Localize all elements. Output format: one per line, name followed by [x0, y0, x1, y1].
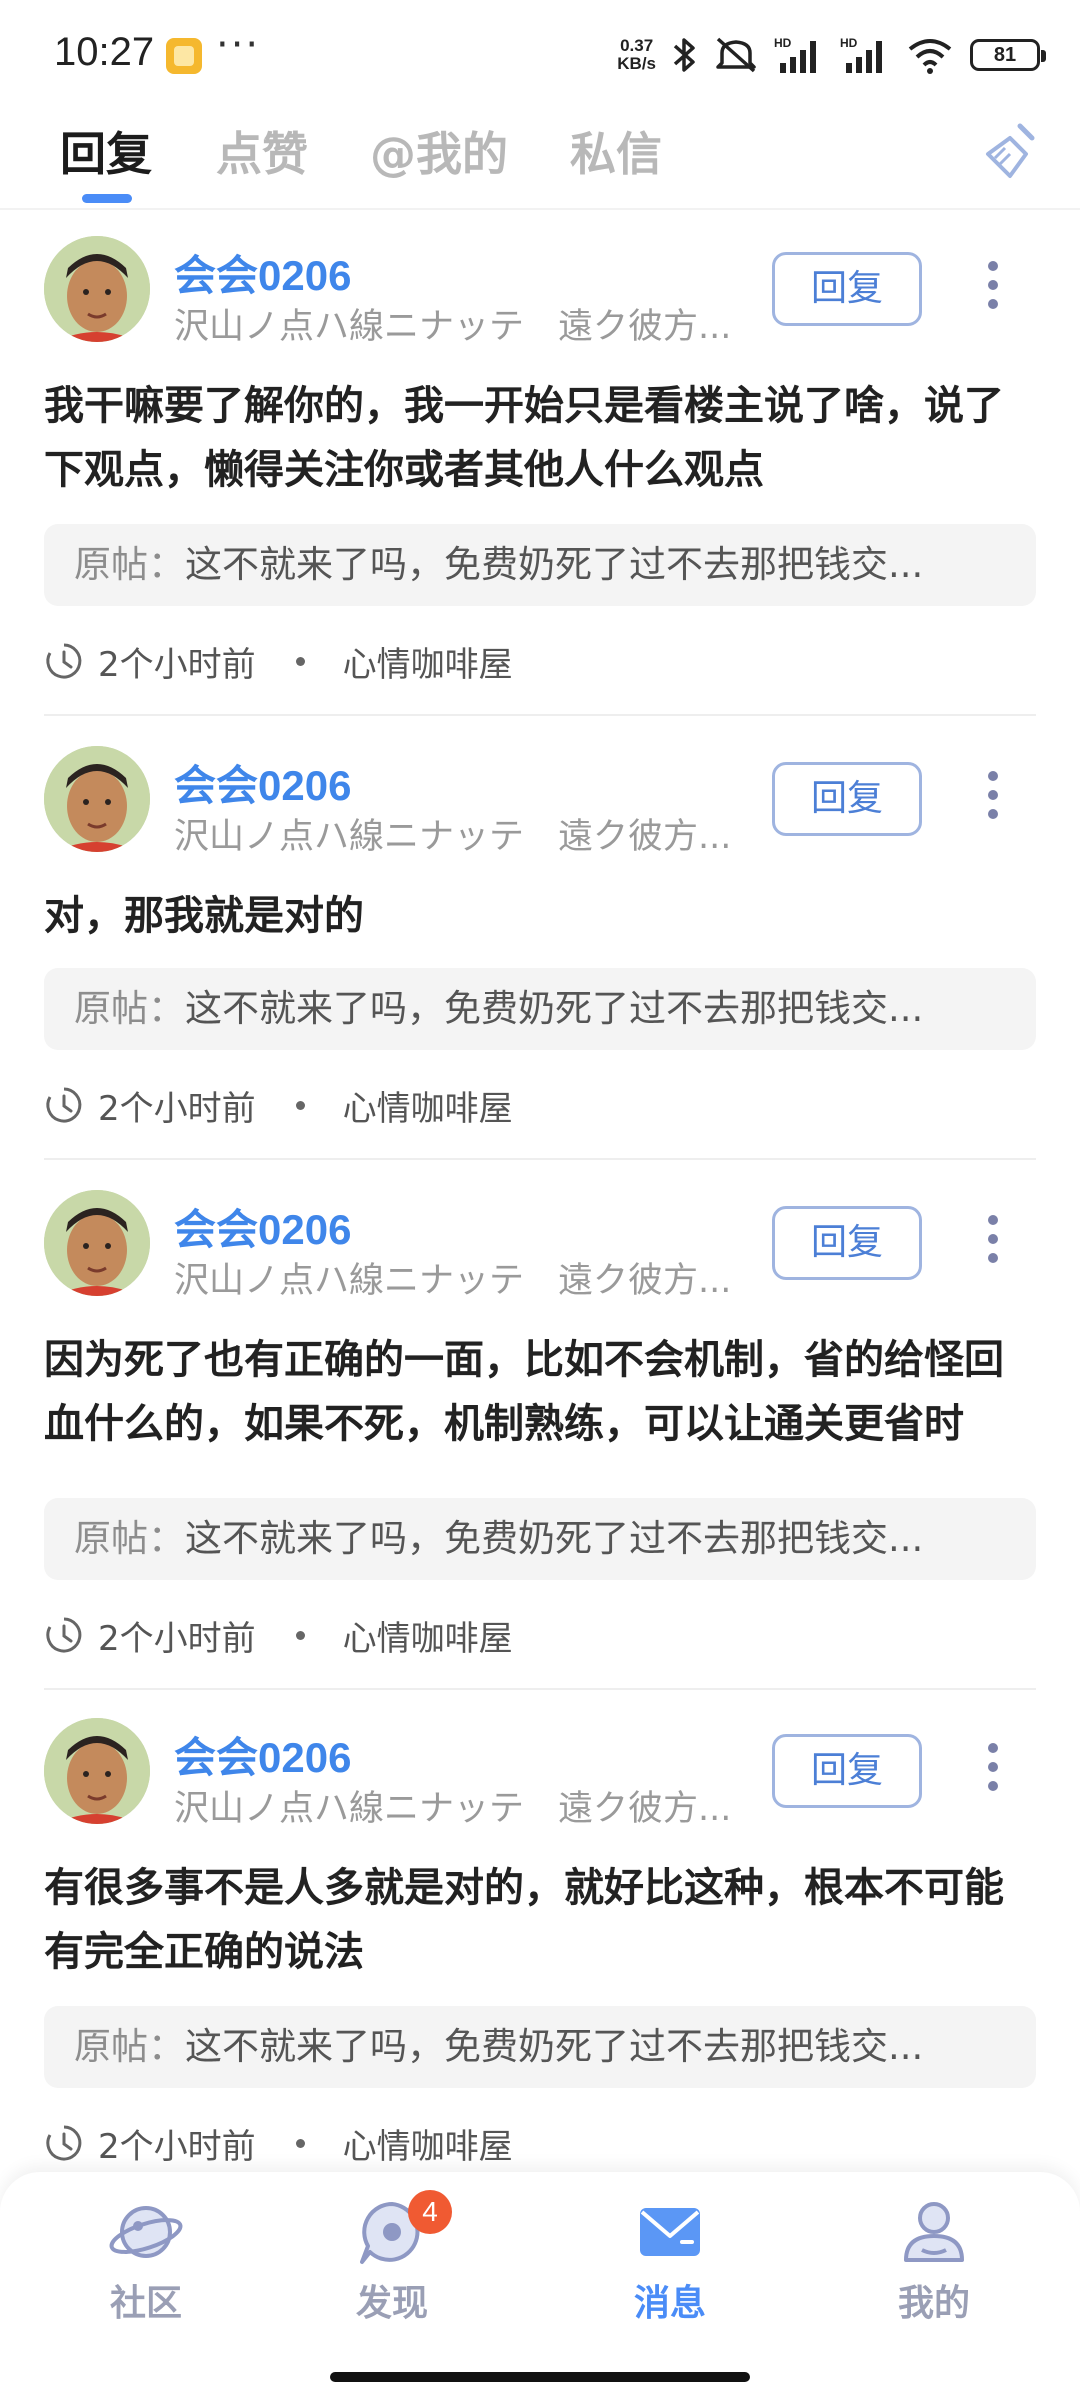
signal-hd-1-icon: HD	[774, 36, 816, 73]
divider	[44, 1158, 1036, 1160]
username[interactable]: 会会0206	[174, 242, 351, 303]
network-speed: 0.37 KB/s	[617, 36, 656, 73]
avatar[interactable]	[44, 1190, 150, 1296]
forum-name[interactable]: 心情咖啡屋	[343, 637, 513, 686]
reply-time: 2个小时前	[98, 1088, 256, 1129]
reply-button[interactable]: 回复	[772, 252, 922, 326]
original-post[interactable]: 原帖：这不就来了吗，免费奶死了过不去那把钱交...	[44, 1498, 1036, 1580]
discover-badge: 4	[408, 2190, 452, 2234]
mail-icon	[640, 2208, 700, 2256]
reply-feed[interactable]: 会会0206 沢山ノ点ハ線ニナッテ 遠ク彼方... 回复 我干嘛要了解你的，我一开…	[0, 212, 1080, 2172]
svg-text:HD: HD	[840, 36, 858, 50]
reply-content: 有很多事不是人多就是对的，就好比这种，根本不可能有完全正确的说法	[44, 1865, 1004, 1975]
planet-icon	[109, 2206, 183, 2258]
more-options-icon[interactable]	[978, 256, 1008, 316]
active-tab-indicator	[82, 194, 132, 203]
reply-time: 2个小时前	[98, 1618, 256, 1659]
tab-replies[interactable]: 回复	[60, 118, 152, 184]
svg-text:HD: HD	[774, 36, 792, 50]
forum-name[interactable]: 心情咖啡屋	[343, 2119, 513, 2168]
nav-messages[interactable]: 消息	[590, 2196, 750, 2326]
clear-broom-icon[interactable]	[980, 120, 1044, 184]
reply-meta: 2个小时前 心情咖啡屋	[44, 1610, 513, 1660]
original-post[interactable]: 原帖：这不就来了吗，免费奶死了过不去那把钱交...	[44, 524, 1036, 606]
more-options-icon[interactable]	[978, 1738, 1008, 1798]
forum-name[interactable]: 心情咖啡屋	[343, 1611, 513, 1660]
user-signature: 沢山ノ点ハ線ニナッテ 遠ク彼方...	[174, 1261, 732, 1301]
clock-icon	[46, 2125, 82, 2161]
user-signature: 沢山ノ点ハ線ニナッテ 遠ク彼方...	[174, 817, 732, 857]
user-signature: 沢山ノ点ハ線ニナッテ 遠ク彼方...	[174, 307, 732, 347]
reply-time: 2个小时前	[98, 644, 256, 685]
mute-icon	[716, 37, 756, 73]
clock-icon	[46, 643, 82, 679]
username[interactable]: 会会0206	[174, 1196, 351, 1257]
nav-community[interactable]: 社区	[66, 2196, 226, 2326]
avatar[interactable]	[44, 236, 150, 342]
tab-likes[interactable]: 点赞	[216, 118, 308, 184]
clock-icon	[46, 1617, 82, 1653]
divider	[44, 714, 1036, 716]
status-bar: 10:27 ··· 0.37 KB/s HD HD 81	[0, 0, 1080, 110]
nav-profile[interactable]: 我的	[854, 2196, 1014, 2326]
tab-mentions[interactable]: @我的	[370, 118, 508, 184]
signal-hd-2-icon: HD	[840, 36, 882, 73]
reply-button[interactable]: 回复	[772, 1206, 922, 1280]
user-signature: 沢山ノ点ハ線ニナッテ 遠ク彼方...	[174, 1789, 732, 1829]
avatar[interactable]	[44, 746, 150, 852]
tab-private-messages[interactable]: 私信	[570, 118, 662, 184]
clock-icon	[46, 1087, 82, 1123]
original-post[interactable]: 原帖：这不就来了吗，免费奶死了过不去那把钱交...	[44, 2006, 1036, 2088]
home-indicator[interactable]	[330, 2372, 750, 2382]
reply-button[interactable]: 回复	[772, 762, 922, 836]
reply-meta: 2个小时前 心情咖啡屋	[44, 1080, 513, 1130]
battery-icon: 81	[970, 39, 1046, 71]
profile-icon	[904, 2202, 964, 2262]
divider	[44, 1688, 1036, 1690]
bottom-navigation: 社区 4 发现 消息 我的	[0, 2172, 1080, 2400]
reply-content: 对，那我就是对的	[44, 893, 364, 939]
reply-meta: 2个小时前 心情咖啡屋	[44, 636, 513, 686]
reply-content: 我干嘛要了解你的，我一开始只是看楼主说了啥，说了下观点，懒得关注你或者其他人什么…	[44, 383, 1004, 493]
wifi-icon	[908, 39, 952, 74]
username[interactable]: 会会0206	[174, 752, 351, 813]
status-time: 10:27	[54, 30, 155, 74]
notification-app-icon	[166, 38, 202, 74]
reply-button[interactable]: 回复	[772, 1734, 922, 1808]
avatar[interactable]	[44, 1718, 150, 1824]
username[interactable]: 会会0206	[174, 1724, 351, 1785]
reply-time: 2个小时前	[98, 2126, 256, 2167]
reply-content: 因为死了也有正确的一面，比如不会机制，省的给怪回血什么的，如果不死，机制熟练，可…	[44, 1337, 1004, 1447]
reply-meta: 2个小时前 心情咖啡屋	[44, 2118, 513, 2168]
more-options-icon[interactable]	[978, 1210, 1008, 1270]
more-notifications-icon: ···	[216, 22, 261, 68]
more-options-icon[interactable]	[978, 766, 1008, 826]
original-post[interactable]: 原帖：这不就来了吗，免费奶死了过不去那把钱交...	[44, 968, 1036, 1050]
message-tabs: 回复 点赞 @我的 私信	[0, 110, 1080, 210]
nav-discover[interactable]: 4 发现	[312, 2190, 472, 2326]
bluetooth-icon	[673, 38, 695, 72]
forum-name[interactable]: 心情咖啡屋	[343, 1081, 513, 1130]
